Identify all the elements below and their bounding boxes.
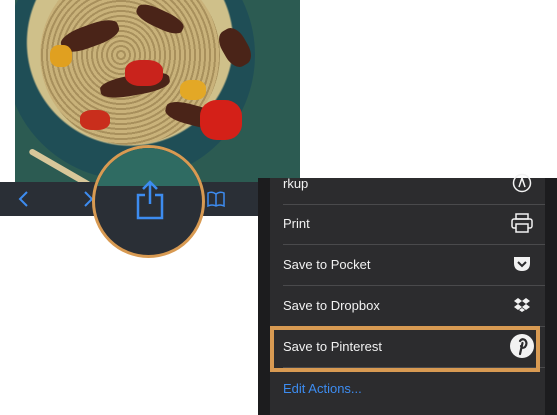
share-item-dropbox[interactable]: Save to Dropbox: [270, 285, 545, 326]
yellow-pepper: [50, 45, 72, 67]
bookmarks-icon[interactable]: [204, 182, 228, 216]
edit-actions-link[interactable]: Edit Actions...: [283, 380, 362, 398]
share-item-pocket[interactable]: Save to Pocket: [270, 244, 545, 285]
back-icon[interactable]: [12, 182, 36, 216]
share-item-label: Save to Dropbox: [283, 298, 380, 313]
share-item-print[interactable]: Print: [270, 203, 545, 244]
share-button-magnifier: [92, 145, 205, 258]
pocket-icon: [511, 253, 533, 275]
markup-icon: [511, 172, 533, 194]
red-pepper: [80, 110, 110, 130]
pinterest-highlight-box: [270, 326, 540, 372]
share-item-markup[interactable]: rkup: [270, 163, 545, 204]
print-icon: [511, 212, 533, 234]
share-item-label: Print: [283, 216, 310, 231]
red-pepper: [200, 100, 242, 140]
share-item-label: rkup: [283, 176, 309, 191]
red-pepper: [125, 60, 163, 86]
share-item-label: Save to Pocket: [283, 257, 371, 272]
yellow-pepper: [180, 80, 206, 100]
share-icon[interactable]: [135, 180, 165, 220]
dropbox-icon: [511, 294, 533, 316]
